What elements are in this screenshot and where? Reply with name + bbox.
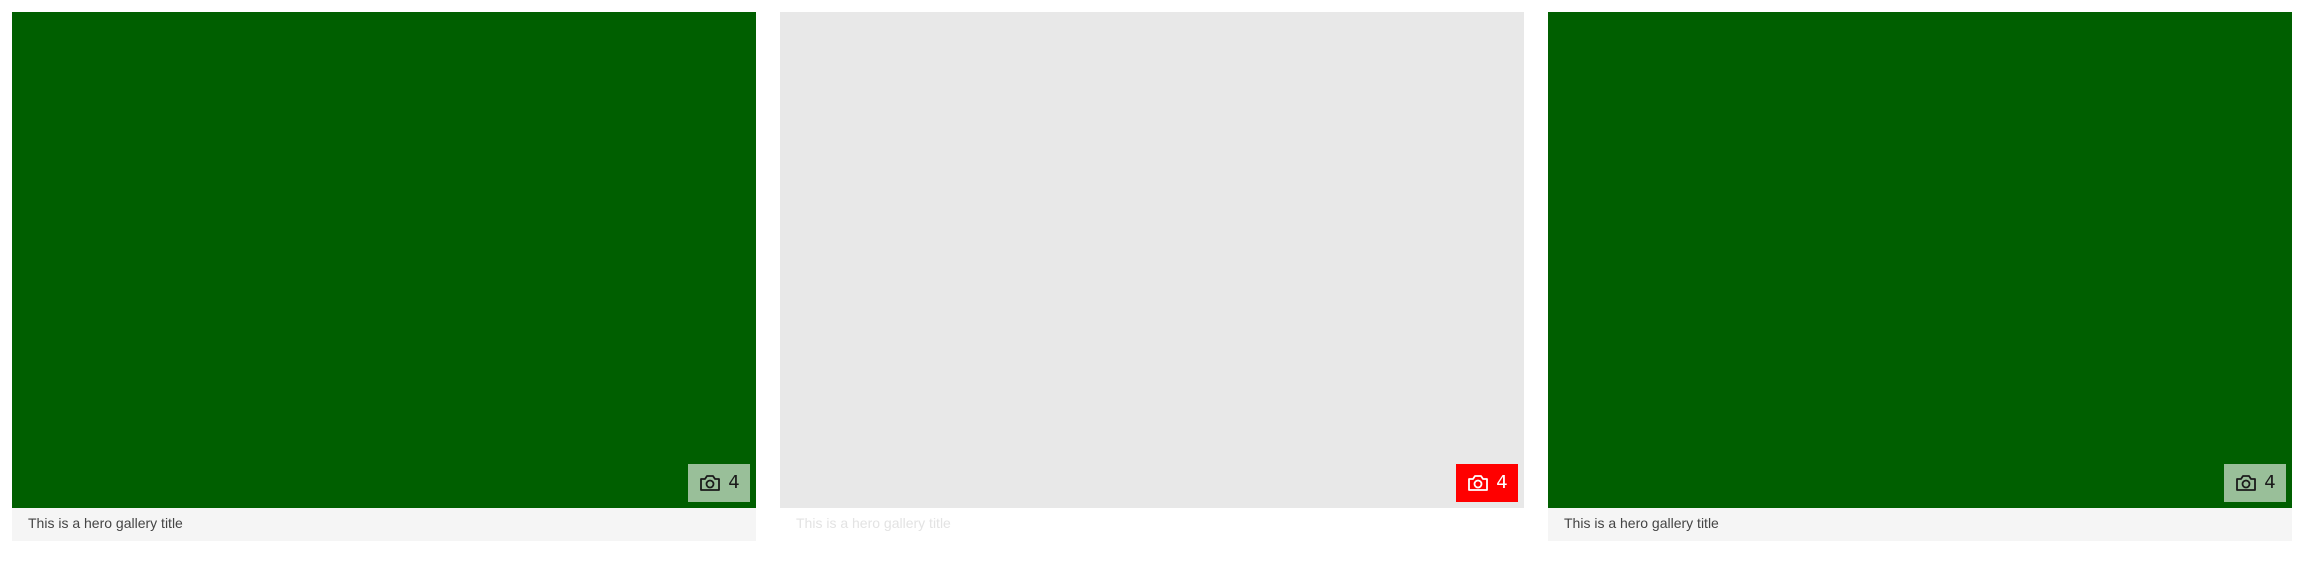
gallery-title[interactable]: This is a hero gallery title [780,508,1524,541]
photo-count: 4 [728,472,740,493]
gallery-card[interactable]: 4 This is a hero gallery title [1548,12,2292,541]
camera-icon [1466,471,1490,495]
photo-count: 4 [2264,472,2276,493]
gallery-hero-image[interactable]: 4 [780,12,1524,508]
camera-icon [698,471,722,495]
hero-gallery-row: 4 This is a hero gallery title 4 This is… [0,0,2304,574]
gallery-hero-image[interactable]: 4 [12,12,756,508]
photo-count-badge: 4 [2224,464,2286,502]
gallery-title[interactable]: This is a hero gallery title [12,508,756,541]
gallery-title[interactable]: This is a hero gallery title [1548,508,2292,541]
gallery-card[interactable]: 4 This is a hero gallery title [780,12,1524,541]
photo-count: 4 [1496,472,1508,493]
gallery-hero-image[interactable]: 4 [1548,12,2292,508]
gallery-card[interactable]: 4 This is a hero gallery title [12,12,756,541]
photo-count-badge: 4 [688,464,750,502]
photo-count-badge: 4 [1456,464,1518,502]
camera-icon [2234,471,2258,495]
